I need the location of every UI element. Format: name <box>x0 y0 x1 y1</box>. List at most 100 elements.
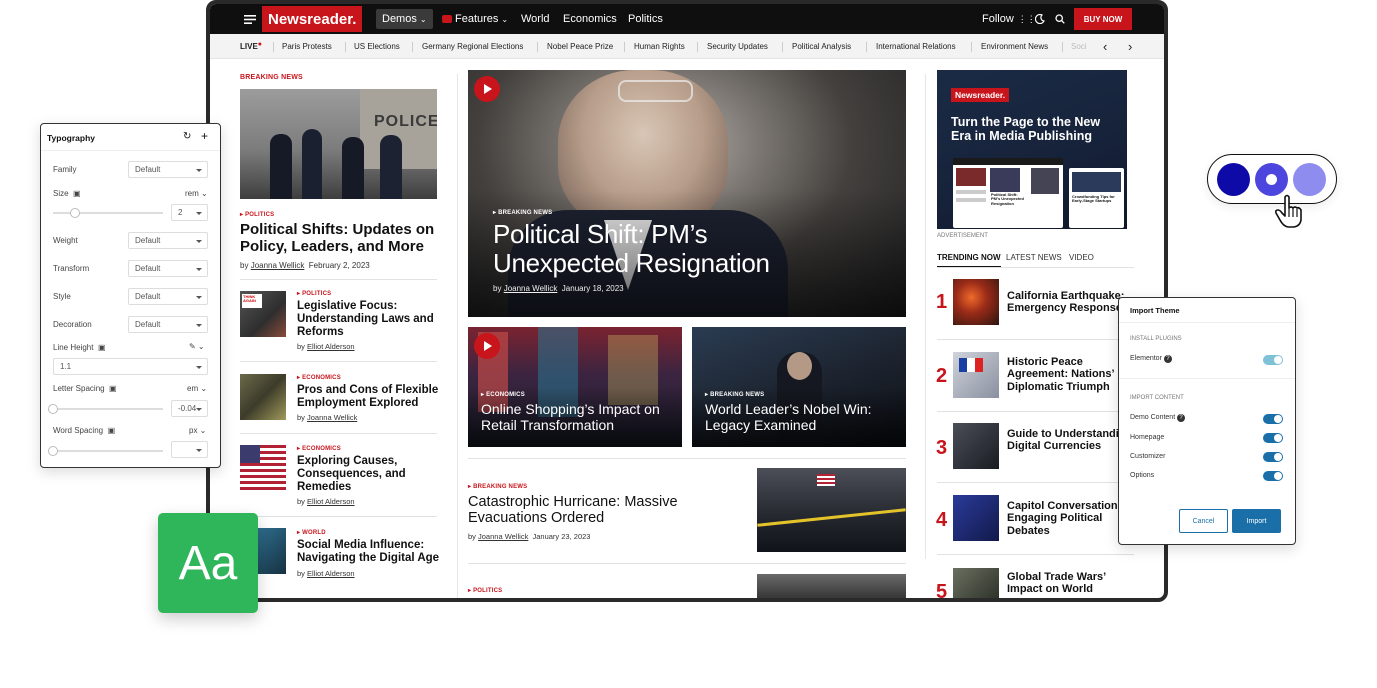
dark-mode-icon[interactable] <box>1035 4 1045 34</box>
author-link[interactable]: Elliot Alderson <box>307 342 355 351</box>
letter-spacing-slider[interactable] <box>53 408 163 410</box>
tab-latest-news[interactable]: LATEST NEWS <box>1006 253 1062 262</box>
letter-spacing-unit-select[interactable]: em ⌄ <box>187 384 207 393</box>
elementor-toggle[interactable] <box>1263 355 1283 365</box>
story-photo[interactable] <box>757 468 906 552</box>
ticker-item[interactable]: US Elections <box>354 34 400 59</box>
article-headline[interactable]: Exploring Causes, Consequences, and Reme… <box>297 455 437 494</box>
card-headline[interactable]: Online Shopping’s Impact on Retail Trans… <box>481 401 681 433</box>
article-thumbnail[interactable] <box>240 445 286 491</box>
follow-button[interactable]: Follow ⋮⋮ <box>982 4 1036 34</box>
ticker-item[interactable]: Soci <box>1071 34 1087 59</box>
options-toggle[interactable] <box>1263 471 1283 481</box>
site-logo[interactable]: Newsreader. <box>262 6 363 32</box>
word-spacing-unit-select[interactable]: px ⌄ <box>189 426 206 435</box>
byline: by Elliot Alderson <box>297 497 355 506</box>
nav-economics[interactable]: Economics <box>563 4 617 34</box>
cancel-button[interactable]: Cancel <box>1179 509 1228 533</box>
lead-headline[interactable]: Political Shifts: Updates on Policy, Lea… <box>240 221 440 256</box>
customizer-toggle[interactable] <box>1263 452 1283 462</box>
help-icon: ? <box>1177 414 1186 422</box>
demos-menu[interactable]: Demos ⌄ <box>376 9 433 29</box>
ticker-item[interactable]: Germany Regional Elections <box>422 34 523 59</box>
buy-now-button[interactable]: BUY NOW <box>1074 8 1132 30</box>
demo-content-toggle[interactable] <box>1263 414 1283 424</box>
advertisement-banner[interactable]: Newsreader. Turn the Page to the New Era… <box>937 70 1127 229</box>
weight-select[interactable]: Default <box>128 232 208 249</box>
story-headline[interactable]: Catastrophic Hurricane: Massive Evacuati… <box>468 494 738 526</box>
ticker-item[interactable]: Paris Protests <box>282 34 332 59</box>
homepage-toggle[interactable] <box>1263 433 1283 443</box>
date: January 23, 2023 <box>532 532 591 541</box>
category-tag: ▸ POLITICS <box>468 588 503 594</box>
live-dot-icon: ● <box>257 40 263 48</box>
protest-sign: THINK AGAIN <box>242 294 262 308</box>
author-link[interactable]: Joanna Wellick <box>478 532 528 541</box>
size-unit-select[interactable]: rem ⌄ <box>185 189 208 198</box>
add-icon[interactable]: + <box>201 129 208 143</box>
tab-trending-now[interactable]: TRENDING NOW <box>937 253 1001 268</box>
word-spacing-input[interactable] <box>171 441 208 458</box>
live-label[interactable]: LIVE ● <box>240 34 262 59</box>
line-height-input[interactable]: 1.1 <box>53 358 208 375</box>
play-video-icon[interactable] <box>474 76 500 102</box>
ticker-item[interactable]: Human Rights <box>634 34 685 59</box>
trending-thumbnail[interactable] <box>953 279 999 325</box>
trending-thumbnail[interactable] <box>953 568 999 598</box>
color-swatch[interactable] <box>1217 163 1250 196</box>
word-spacing-slider-handle[interactable] <box>48 446 58 456</box>
search-icon[interactable] <box>1055 4 1065 34</box>
nav-world[interactable]: World <box>521 4 550 34</box>
trending-thumbnail[interactable] <box>953 495 999 541</box>
transform-select[interactable]: Default <box>128 260 208 277</box>
author-link[interactable]: Elliot Alderson <box>307 569 355 578</box>
chevron-left-icon[interactable]: ‹ <box>1103 34 1107 59</box>
article-headline[interactable]: Legislative Focus: Understanding Laws an… <box>297 300 442 339</box>
color-swatch[interactable] <box>1293 163 1326 196</box>
ticker-item[interactable]: Environment News <box>981 34 1048 59</box>
hamburger-menu-icon[interactable] <box>244 4 256 34</box>
story-photo[interactable] <box>757 574 906 598</box>
author-link[interactable]: Elliot Alderson <box>307 497 355 506</box>
article-thumbnail[interactable] <box>258 528 286 574</box>
author-link[interactable]: Joanna Wellick <box>307 413 357 422</box>
desktop-icon: ▣ <box>73 189 81 198</box>
police-photo[interactable]: POLICE <box>240 89 437 199</box>
color-swatch-selected[interactable] <box>1255 163 1288 196</box>
hero-headline[interactable]: Political Shift: PM’s Unexpected Resigna… <box>493 219 833 278</box>
letter-spacing-slider-handle[interactable] <box>48 404 58 414</box>
ticker-item[interactable]: Nobel Peace Prize <box>547 34 613 59</box>
tab-video[interactable]: VIDEO <box>1069 253 1094 262</box>
pencil-icon[interactable]: ✎ ⌄ <box>189 342 205 351</box>
desktop-icon: ▣ <box>107 426 116 435</box>
decoration-select[interactable]: Default <box>128 316 208 333</box>
import-button[interactable]: Import <box>1232 509 1281 533</box>
card-headline[interactable]: World Leader’s Nobel Win: Legacy Examine… <box>705 401 885 433</box>
trending-rank: 3 <box>936 437 948 459</box>
letter-spacing-input[interactable]: -0.04 <box>171 400 208 417</box>
hero-photo[interactable] <box>468 70 906 317</box>
author-link[interactable]: Joanna Wellick <box>251 261 305 270</box>
author-link[interactable]: Joanna Wellick <box>504 284 558 293</box>
reset-icon[interactable]: ↻ <box>183 131 191 142</box>
chevron-right-icon[interactable]: › <box>1128 34 1132 59</box>
play-video-icon[interactable] <box>474 333 500 359</box>
trending-headline[interactable]: Global Trade Wars’ Impact on World <box>1007 571 1137 596</box>
nav-politics[interactable]: Politics <box>628 4 663 34</box>
article-headline[interactable]: Pros and Cons of Flexible Employment Exp… <box>297 384 445 410</box>
demo-content-option: Demo Content ? <box>1130 414 1186 422</box>
ticker-item[interactable]: Political Analysis <box>792 34 851 59</box>
article-thumbnail[interactable] <box>240 374 286 420</box>
article-headline[interactable]: Social Media Influence: Navigating the D… <box>297 539 447 565</box>
size-input[interactable]: 2 <box>171 204 208 221</box>
ticker-item[interactable]: International Relations <box>876 34 956 59</box>
size-slider-handle[interactable] <box>70 208 80 218</box>
trending-thumbnail[interactable] <box>953 352 999 398</box>
word-spacing-slider[interactable] <box>53 450 163 452</box>
article-thumbnail[interactable]: THINK AGAIN <box>240 291 286 337</box>
features-menu[interactable]: Features ⌄ <box>442 4 508 34</box>
style-select[interactable]: Default <box>128 288 208 305</box>
family-select[interactable]: Default <box>128 161 208 178</box>
trending-thumbnail[interactable] <box>953 423 999 469</box>
ticker-item[interactable]: Security Updates <box>707 34 768 59</box>
